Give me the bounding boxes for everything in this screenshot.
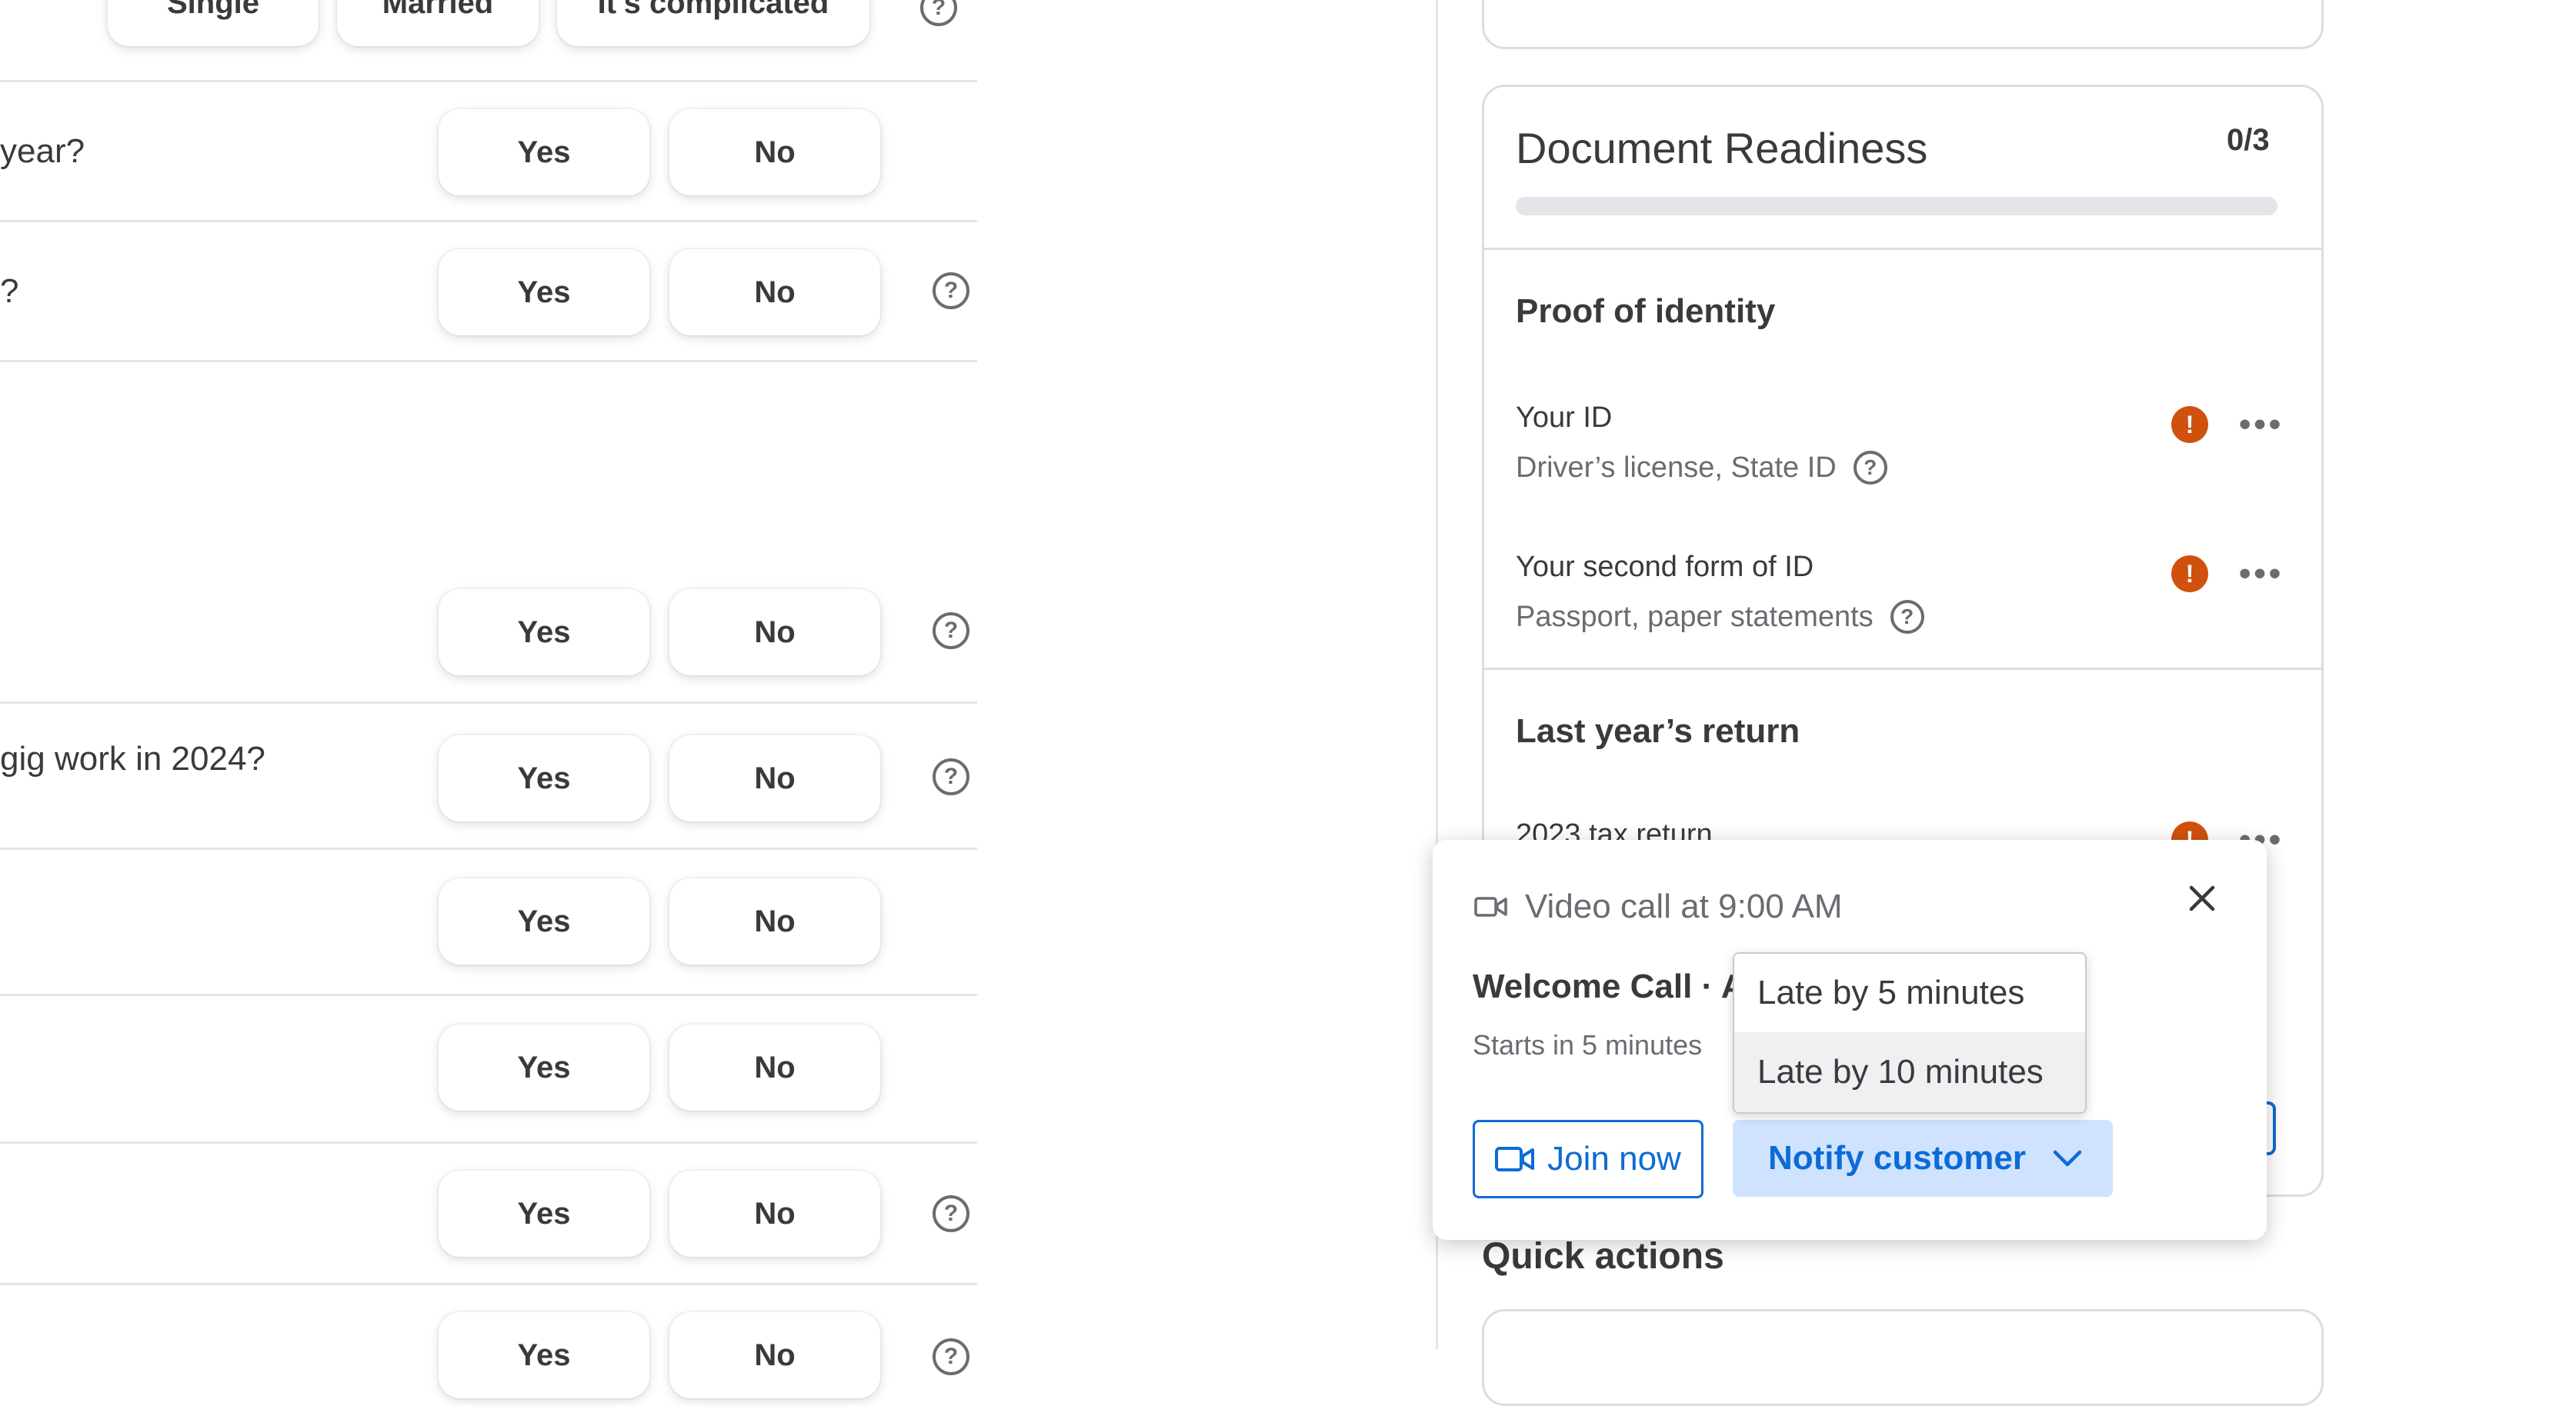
exclamation-icon: ! bbox=[2171, 406, 2208, 443]
yes-button[interactable]: Yes bbox=[439, 1025, 649, 1111]
join-now-button[interactable]: Join now bbox=[1473, 1120, 1703, 1198]
popup-title: Welcome Call · A bbox=[1473, 968, 1746, 1005]
yes-button[interactable]: Yes bbox=[439, 1171, 649, 1257]
no-button[interactable]: No bbox=[669, 1025, 880, 1111]
video-camera-icon bbox=[1495, 1147, 1535, 1171]
question-text: year? bbox=[0, 132, 85, 170]
exclamation-icon: ! bbox=[2171, 555, 2208, 592]
document-description: Driver’s license, State ID ? bbox=[1516, 451, 1887, 485]
section-title-proof-of-identity: Proof of identity bbox=[1516, 292, 1776, 330]
menu-item-label: Late by 10 minutes bbox=[1757, 1053, 2044, 1091]
menu-item-late-5[interactable]: Late by 5 minutes bbox=[1734, 954, 2085, 1032]
filing-married-button[interactable]: Married bbox=[337, 0, 539, 46]
row-divider bbox=[0, 80, 977, 82]
yes-label: Yes bbox=[517, 761, 571, 795]
close-icon[interactable] bbox=[2187, 883, 2217, 914]
no-label: No bbox=[754, 761, 796, 795]
notify-customer-label: Notify customer bbox=[1768, 1139, 2026, 1177]
join-now-label: Join now bbox=[1547, 1140, 1681, 1178]
yes-label: Yes bbox=[517, 1196, 571, 1231]
row-divider bbox=[0, 848, 977, 850]
no-button[interactable]: No bbox=[669, 1312, 880, 1398]
section-title-last-years-return: Last year’s return bbox=[1516, 712, 1800, 750]
document-description-text: Passport, paper statements bbox=[1516, 600, 1874, 633]
no-label: No bbox=[754, 1338, 796, 1372]
card-divider bbox=[1482, 248, 2324, 250]
question-circle-icon[interactable]: ? bbox=[1890, 600, 1924, 634]
notify-options-menu: Late by 5 minutes Late by 10 minutes bbox=[1733, 952, 2087, 1114]
document-description-text: Driver’s license, State ID bbox=[1516, 451, 1837, 484]
yes-label: Yes bbox=[517, 615, 571, 649]
no-label: No bbox=[754, 615, 796, 649]
question-text: gig work in 2024? bbox=[0, 740, 265, 778]
yes-label: Yes bbox=[517, 904, 571, 938]
no-button[interactable]: No bbox=[669, 1171, 880, 1257]
yes-button[interactable]: Yes bbox=[439, 589, 649, 675]
popup-header-text: Video call at 9:00 AM bbox=[1525, 888, 1843, 925]
readiness-progress-bar bbox=[1516, 197, 2277, 215]
chevron-down-icon bbox=[2053, 1150, 2082, 1167]
yes-button[interactable]: Yes bbox=[439, 878, 649, 965]
yes-button[interactable]: Yes bbox=[439, 1312, 649, 1398]
previous-card bbox=[1482, 0, 2324, 49]
yes-label: Yes bbox=[517, 275, 571, 309]
filing-married-label: Married bbox=[382, 0, 494, 20]
no-label: No bbox=[754, 904, 796, 938]
notify-customer-button[interactable]: Notify customer bbox=[1733, 1120, 2113, 1197]
document-description: Passport, paper statements ? bbox=[1516, 600, 1924, 634]
no-button[interactable]: No bbox=[669, 735, 880, 821]
question-text: ? bbox=[0, 272, 19, 310]
no-label: No bbox=[754, 135, 796, 169]
filing-single-button[interactable]: Single bbox=[108, 0, 319, 46]
row-divider bbox=[0, 701, 977, 704]
quick-actions-card bbox=[1482, 1309, 2324, 1406]
filing-complicated-label: It's complicated bbox=[597, 0, 829, 20]
row-divider bbox=[0, 1283, 977, 1285]
document-readiness-title: Document Readiness bbox=[1516, 124, 1928, 172]
no-button[interactable]: No bbox=[669, 109, 880, 195]
quick-actions-title: Quick actions bbox=[1482, 1236, 1724, 1277]
menu-item-label: Late by 5 minutes bbox=[1757, 974, 2025, 1011]
document-name: Your ID bbox=[1516, 401, 1613, 434]
row-divider bbox=[0, 1141, 977, 1144]
yes-label: Yes bbox=[517, 1338, 571, 1372]
yes-label: Yes bbox=[517, 135, 571, 169]
yes-label: Yes bbox=[517, 1050, 571, 1084]
question-circle-icon[interactable]: ? bbox=[933, 758, 969, 795]
yes-button[interactable]: Yes bbox=[439, 109, 649, 195]
yes-button[interactable]: Yes bbox=[439, 735, 649, 821]
row-divider bbox=[0, 220, 977, 222]
no-button[interactable]: No bbox=[669, 249, 880, 335]
popup-subtitle: Starts in 5 minutes bbox=[1473, 1029, 1703, 1061]
no-label: No bbox=[754, 1196, 796, 1231]
no-button[interactable]: No bbox=[669, 589, 880, 675]
question-circle-icon[interactable]: ? bbox=[920, 0, 957, 26]
question-circle-icon[interactable]: ? bbox=[1853, 451, 1887, 485]
no-button[interactable]: No bbox=[669, 878, 880, 965]
document-count: 0/3 bbox=[2227, 123, 2270, 157]
popup-header: Video call at 9:00 AM bbox=[1474, 888, 1843, 926]
row-divider bbox=[0, 360, 977, 362]
question-circle-icon[interactable]: ? bbox=[933, 1195, 969, 1232]
menu-item-late-10[interactable]: Late by 10 minutes bbox=[1734, 1032, 2085, 1112]
question-circle-icon[interactable]: ? bbox=[933, 272, 969, 309]
question-circle-icon[interactable]: ? bbox=[933, 612, 969, 649]
more-horizontal-icon[interactable]: ••• bbox=[2239, 408, 2284, 441]
no-label: No bbox=[754, 275, 796, 309]
more-horizontal-icon[interactable]: ••• bbox=[2239, 557, 2284, 591]
question-circle-icon[interactable]: ? bbox=[933, 1338, 969, 1375]
card-divider bbox=[1482, 668, 2324, 670]
row-divider bbox=[0, 994, 977, 996]
document-name: Your second form of ID bbox=[1516, 551, 1814, 583]
filing-complicated-button[interactable]: It's complicated bbox=[557, 0, 869, 46]
filing-single-label: Single bbox=[166, 0, 260, 20]
yes-button[interactable]: Yes bbox=[439, 249, 649, 335]
no-label: No bbox=[754, 1050, 796, 1084]
video-camera-icon bbox=[1474, 897, 1507, 917]
